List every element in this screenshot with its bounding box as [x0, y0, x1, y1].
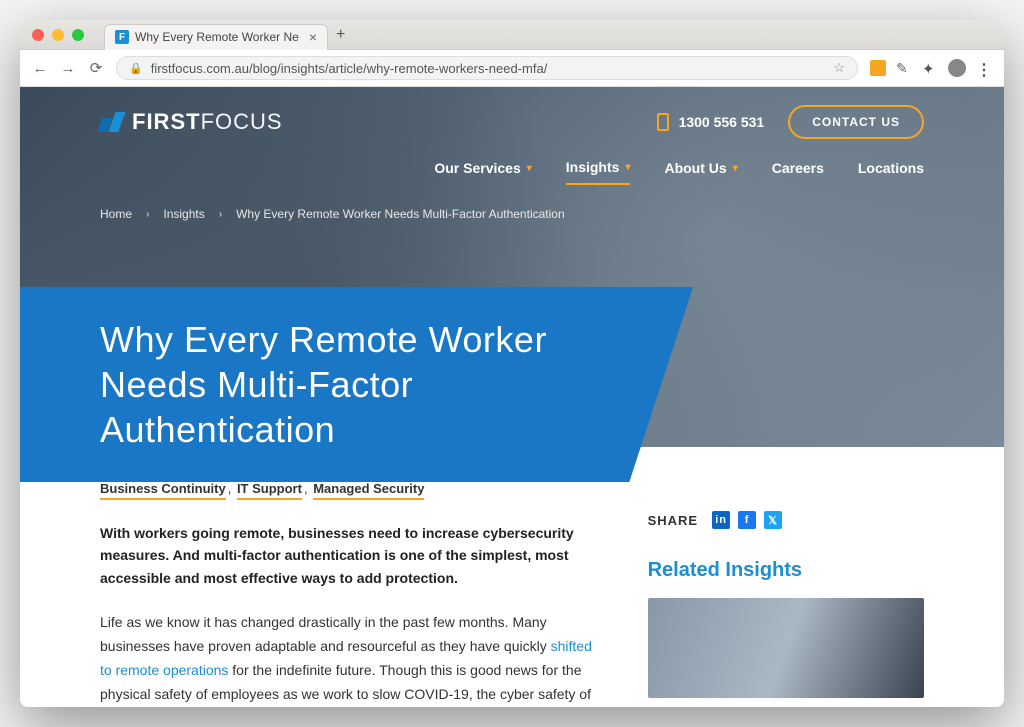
tab-title: Why Every Remote Worker Ne	[135, 30, 299, 44]
nav-careers[interactable]: Careers	[772, 159, 824, 185]
site-logo[interactable]: FIRSTFOCUS	[100, 109, 283, 135]
favicon: F	[115, 30, 129, 44]
category-list: Business Continuity, IT Support, Managed…	[100, 481, 598, 496]
chevron-right-icon: ›	[146, 209, 149, 220]
close-tab-button[interactable]: ×	[309, 29, 317, 45]
bookmark-star-icon[interactable]: ☆	[833, 60, 845, 76]
social-links: in f 𝕏	[712, 511, 782, 529]
extension-icon[interactable]	[870, 60, 886, 76]
page-title: Why Every Remote Worker Needs Multi-Fact…	[100, 317, 648, 452]
phone-number: 1300 556 531	[679, 114, 765, 130]
share-bar: SHARE in f 𝕏	[648, 511, 924, 529]
chevron-down-icon: ▾	[527, 163, 532, 174]
related-insights: Related Insights	[648, 559, 924, 698]
category-link[interactable]: Managed Security	[313, 481, 424, 500]
traffic-lights	[32, 29, 84, 41]
page-header: FIRSTFOCUS 1300 556 531 CONTACT US	[20, 87, 1004, 139]
url-bar[interactable]: 🔒 firstfocus.com.au/blog/insights/articl…	[116, 56, 858, 80]
article-paragraph: Life as we know it has changed drastical…	[100, 611, 598, 707]
nav-our-services[interactable]: Our Services▾	[434, 159, 531, 185]
breadcrumb-home[interactable]: Home	[100, 207, 132, 221]
category-link[interactable]: Business Continuity	[100, 481, 226, 500]
reload-button[interactable]: ⟳	[88, 59, 104, 77]
content-area: Business Continuity, IT Support, Managed…	[20, 447, 1004, 707]
sidebar: SHARE in f 𝕏 Related Insights	[648, 481, 924, 707]
url-text: firstfocus.com.au/blog/insights/article/…	[151, 61, 548, 76]
chevron-right-icon: ›	[219, 209, 222, 220]
new-tab-button[interactable]: +	[336, 26, 345, 44]
breadcrumb-current: Why Every Remote Worker Needs Multi-Fact…	[236, 207, 565, 221]
chevron-down-icon: ▾	[625, 162, 630, 173]
share-label: SHARE	[648, 513, 699, 528]
phone-link[interactable]: 1300 556 531	[657, 113, 765, 131]
main-nav: Our Services▾ Insights▾ About Us▾ Career…	[20, 139, 1004, 195]
browser-window: F Why Every Remote Worker Ne × + ← → ⟳ 🔒…	[20, 20, 1004, 707]
article-lead: With workers going remote, businesses ne…	[100, 522, 598, 589]
extensions-area: ✎ ✦ ⋮	[870, 59, 992, 77]
breadcrumb-section[interactable]: Insights	[163, 207, 204, 221]
browser-tab[interactable]: F Why Every Remote Worker Ne ×	[104, 24, 328, 50]
article-body: Business Continuity, IT Support, Managed…	[100, 481, 598, 707]
nav-about-us[interactable]: About Us▾	[664, 159, 737, 185]
hero-section: FIRSTFOCUS 1300 556 531 CONTACT US Our S…	[20, 87, 1004, 447]
related-heading: Related Insights	[648, 559, 924, 582]
phone-icon	[657, 113, 669, 131]
facebook-icon[interactable]: f	[738, 511, 756, 529]
page-viewport: FIRSTFOCUS 1300 556 531 CONTACT US Our S…	[20, 87, 1004, 707]
menu-dots-icon[interactable]: ⋮	[976, 60, 992, 76]
forward-button[interactable]: →	[60, 60, 76, 77]
related-thumbnail[interactable]	[648, 598, 924, 698]
contact-us-button[interactable]: CONTACT US	[788, 105, 924, 139]
category-link[interactable]: IT Support	[237, 481, 302, 500]
minimize-window-button[interactable]	[52, 29, 64, 41]
close-window-button[interactable]	[32, 29, 44, 41]
maximize-window-button[interactable]	[72, 29, 84, 41]
extensions-puzzle-icon[interactable]: ✦	[922, 60, 938, 76]
title-panel: Why Every Remote Worker Needs Multi-Fact…	[20, 287, 728, 482]
nav-locations[interactable]: Locations	[858, 159, 924, 185]
profile-icon[interactable]	[948, 59, 966, 77]
header-right: 1300 556 531 CONTACT US	[657, 105, 924, 139]
twitter-icon[interactable]: 𝕏	[764, 511, 782, 529]
breadcrumb: Home › Insights › Why Every Remote Worke…	[20, 195, 1004, 233]
logo-mark-icon	[100, 112, 122, 132]
nav-insights[interactable]: Insights▾	[566, 159, 631, 185]
logo-text: FIRSTFOCUS	[132, 109, 283, 135]
back-button[interactable]: ←	[32, 60, 48, 77]
window-titlebar: F Why Every Remote Worker Ne × +	[20, 20, 1004, 50]
toolbar: ← → ⟳ 🔒 firstfocus.com.au/blog/insights/…	[20, 50, 1004, 87]
eyedropper-icon[interactable]: ✎	[896, 60, 912, 76]
linkedin-icon[interactable]: in	[712, 511, 730, 529]
chevron-down-icon: ▾	[733, 163, 738, 174]
lock-icon: 🔒	[129, 62, 143, 75]
